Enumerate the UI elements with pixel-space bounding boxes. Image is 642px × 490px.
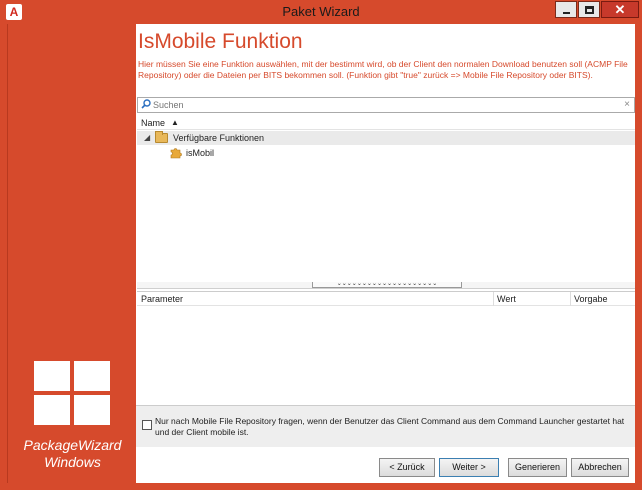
mobile-repository-checkbox-label[interactable]: Nur nach Mobile File Repository fragen, … [155,416,630,438]
page-description: Hier müssen Sie eine Funktion auswählen,… [138,59,628,80]
window-border-bottom [0,483,642,490]
tree-column-name[interactable]: Name [141,118,165,128]
window-border-right [635,24,642,483]
column-parameter[interactable]: Parameter [141,294,183,304]
puzzle-icon [170,148,182,159]
search-input[interactable] [153,99,613,111]
maximize-icon [585,6,594,14]
wizard-content: IsMobile Funktion Hier müssen Sie eine F… [136,24,635,483]
back-button[interactable]: < Zurück [379,458,435,477]
close-button[interactable]: ✕ [601,1,639,18]
logo-tile [34,395,70,425]
option-panel: Nur nach Mobile File Repository fragen, … [136,405,635,447]
collapse-icon[interactable]: ◢ [144,133,150,142]
tree-node-label: isMobil [186,148,215,158]
column-default[interactable]: Vorgabe [570,292,608,306]
sort-ascending-icon: ▲ [171,118,179,127]
parameter-table[interactable]: Parameter Wert Vorgabe [137,291,635,407]
brand-name-line2: Windows [44,454,101,470]
search-box[interactable]: × [137,97,635,113]
page-title: IsMobile Funktion [138,30,303,53]
maximize-button[interactable] [578,1,600,18]
search-icon [141,99,151,109]
column-value[interactable]: Wert [493,292,516,306]
panel-splitter[interactable]: ⌄⌄⌄⌄⌄⌄⌄⌄⌄⌄⌄⌄⌄⌄⌄⌄⌄⌄⌄⌄ [137,281,635,289]
generate-button[interactable]: Generieren [508,458,567,477]
minimize-icon [563,12,570,14]
splitter-grip[interactable]: ⌄⌄⌄⌄⌄⌄⌄⌄⌄⌄⌄⌄⌄⌄⌄⌄⌄⌄⌄⌄ [312,281,462,288]
cancel-button[interactable]: Abbrechen [571,458,629,477]
tree-column-header[interactable]: Name ▲ [137,116,635,130]
function-tree[interactable]: Name ▲ ◢ Verfügbare Funktionen isMobil [137,115,635,283]
brand-panel: PackageWizard Windows [7,24,136,483]
close-icon: ✕ [614,2,626,17]
title-bar: A Paket Wizard ✕ [0,0,642,24]
brand-name-line1: PackageWizard [23,437,122,453]
brand-name: PackageWizard Windows [8,437,137,471]
tree-node-function[interactable]: isMobil [137,146,635,160]
clear-search-icon[interactable]: × [624,99,630,110]
logo-tile [74,395,110,425]
windows-logo-icon [34,361,110,425]
minimize-button[interactable] [555,1,577,18]
tree-node-label: Verfügbare Funktionen [173,133,265,143]
logo-tile [74,361,110,391]
logo-tile [34,361,70,391]
folder-icon [155,131,168,143]
parameter-table-header: Parameter Wert Vorgabe [137,292,635,306]
tree-node-folder[interactable]: ◢ Verfügbare Funktionen [137,131,635,145]
next-button[interactable]: Weiter > [439,458,499,477]
mobile-repository-checkbox[interactable] [142,420,152,430]
window-title: Paket Wizard [282,4,360,19]
